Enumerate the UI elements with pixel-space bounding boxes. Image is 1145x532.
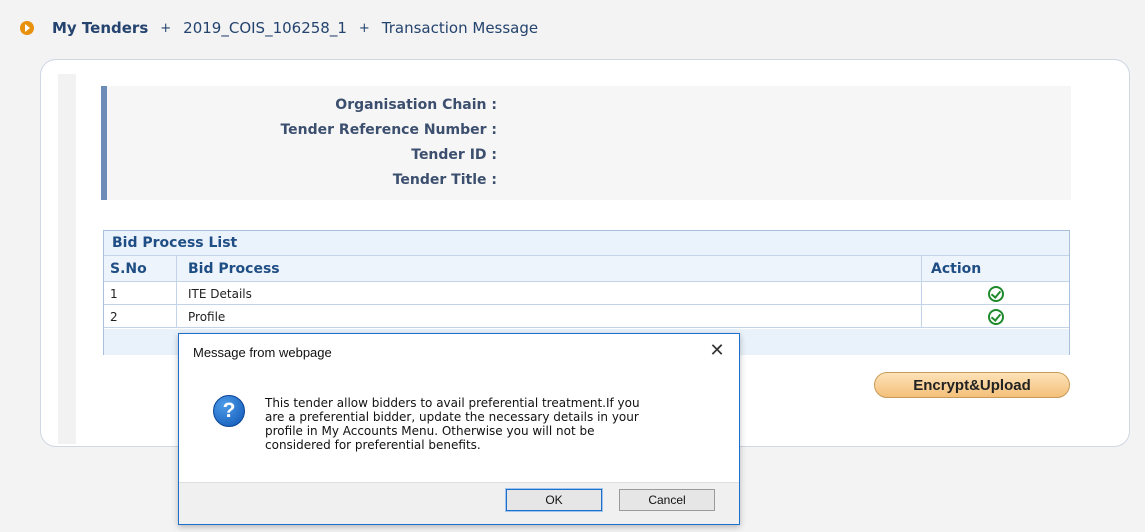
dialog-message-line: considered for preferential benefits. — [265, 438, 481, 452]
breadcrumb-separator-icon: + — [358, 20, 370, 36]
column-header-action: Action — [931, 261, 982, 277]
row-bid-process: Profile — [188, 310, 226, 324]
dialog-message-line: This tender allow bidders to avail prefe… — [265, 396, 640, 410]
row-bid-process: ITE Details — [188, 287, 252, 301]
column-header-bid-process: Bid Process — [188, 261, 280, 277]
breadcrumb-current-page: Transaction Message — [381, 19, 539, 37]
table-row: 2 Profile — [104, 305, 1069, 328]
ok-button[interactable]: OK — [505, 488, 603, 512]
row-sno: 2 — [110, 310, 118, 324]
panel-shade — [58, 74, 76, 444]
bid-process-list-title: Bid Process List — [104, 231, 1069, 256]
dialog-message: This tender allow bidders to avail prefe… — [265, 396, 715, 452]
breadcrumb-tender-id[interactable]: 2019_COIS_106258_1 — [183, 19, 347, 37]
message-dialog: Message from webpage ✕ ? This tender all… — [178, 333, 740, 525]
table-row: 1 ITE Details — [104, 282, 1069, 305]
encrypt-upload-button[interactable]: Encrypt&Upload — [874, 372, 1070, 398]
row-sno: 1 — [110, 287, 118, 301]
check-circle-icon[interactable] — [988, 286, 1004, 302]
cancel-button[interactable]: Cancel — [619, 489, 715, 511]
column-header-sno: S.No — [110, 261, 147, 277]
breadcrumb-my-tenders[interactable]: My Tenders — [52, 19, 148, 37]
tender-info-box: Organisation Chain : Tender Reference Nu… — [101, 86, 1071, 200]
close-icon[interactable]: ✕ — [707, 341, 727, 361]
breadcrumb-arrow-icon — [20, 21, 34, 35]
dialog-title: Message from webpage — [193, 345, 332, 360]
bid-process-header: S.No Bid Process Action — [104, 256, 1069, 282]
dialog-message-line: profile in My Accounts Menu. Otherwise y… — [265, 424, 595, 438]
tender-reference-number-label: Tender Reference Number : — [280, 122, 497, 138]
organisation-chain-label: Organisation Chain : — [335, 97, 497, 113]
tender-title-label: Tender Title : — [392, 172, 497, 188]
question-icon: ? — [213, 395, 245, 427]
breadcrumb-separator-icon: + — [160, 20, 172, 36]
dialog-message-line: are a preferential bidder, update the ne… — [265, 410, 639, 424]
breadcrumb: My Tenders + 2019_COIS_106258_1 + Transa… — [52, 17, 538, 39]
tender-id-label: Tender ID : — [411, 147, 497, 163]
check-circle-icon[interactable] — [988, 309, 1004, 325]
